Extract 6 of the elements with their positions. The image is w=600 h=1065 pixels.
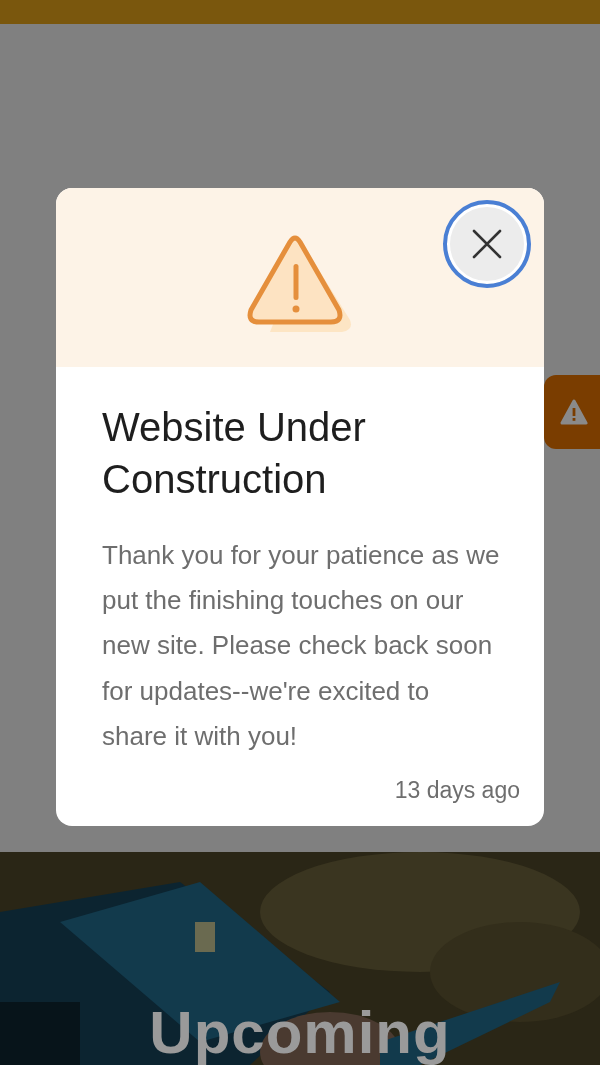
close-icon [471,228,503,260]
timestamp: 13 days ago [393,777,520,804]
warning-icon [560,399,588,425]
side-tab[interactable] [544,375,600,449]
dialog-message: Thank you for your patience as we put the finishing touches on our new site. Please check back soon for updates--we're excited to share it with you! [102,539,501,753]
dialog-title: Website Under Construction [102,404,367,503]
